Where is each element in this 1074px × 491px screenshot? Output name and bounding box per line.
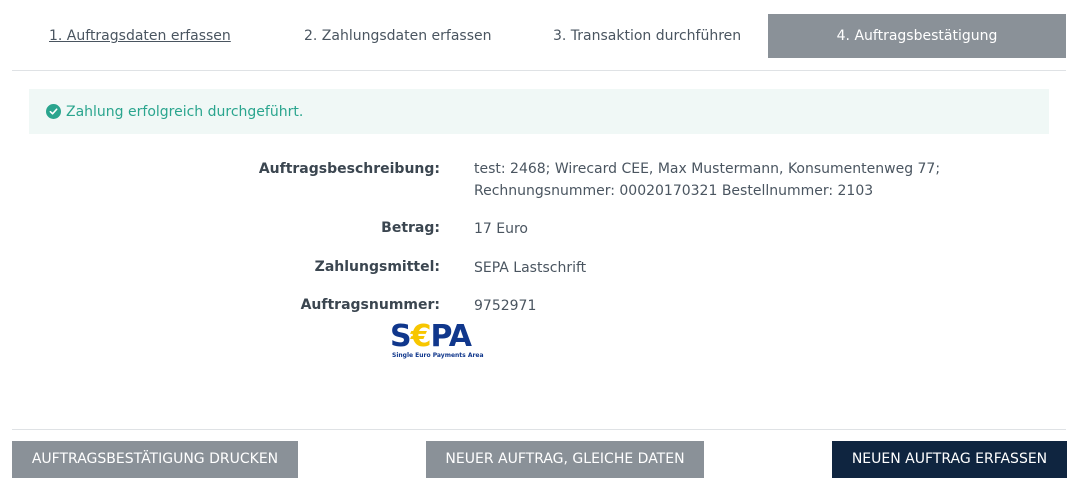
divider [12, 429, 1066, 430]
step-4-active: 4. Auftragsbestätigung [768, 14, 1066, 58]
check-circle-icon [46, 104, 61, 119]
sepa-logo: S€PA Single Euro Payments Area [390, 322, 488, 362]
payment-method-value: SEPA Lastschrift [474, 260, 587, 276]
print-confirmation-button[interactable]: AUFTRAGSBESTÄTIGUNG DRUCKEN [12, 441, 298, 478]
payment-method-label: Zahlungsmittel: [314, 259, 440, 275]
step-2-label: 2. Zahlungsdaten erfassen [304, 28, 492, 44]
description-value: test: 2468; Wirecard CEE, Max Mustermann… [474, 158, 954, 202]
new-order-same-data-button[interactable]: NEUER AUFTRAG, GLEICHE DATEN [426, 441, 704, 478]
sepa-logo-euro: € [410, 319, 432, 354]
sepa-logo-pa: PA [430, 319, 471, 354]
description-label: Auftragsbeschreibung: [258, 161, 440, 177]
description-line-1: test: 2468; Wirecard CEE, Max Mustermann… [474, 161, 941, 177]
step-navigation: 1. Auftragsdaten erfassen 2. Zahlungsdat… [12, 14, 1066, 58]
new-order-button[interactable]: NEUEN AUFTRAG ERFASSEN [832, 441, 1067, 478]
sepa-logo-s: S [390, 319, 412, 354]
step-1-link[interactable]: 1. Auftragsdaten erfassen [49, 14, 231, 58]
success-alert: Zahlung erfolgreich durchgeführt. [29, 89, 1049, 134]
order-number-label: Auftragsnummer: [300, 297, 440, 313]
divider [12, 70, 1066, 71]
order-number-value: 9752971 [474, 298, 537, 314]
success-message: Zahlung erfolgreich durchgeführt. [66, 103, 304, 120]
amount-label: Betrag: [381, 220, 440, 236]
amount-value: 17 Euro [474, 221, 528, 237]
description-line-2: Rechnungsnummer: 00020170321 Bestellnumm… [474, 183, 874, 199]
step-3-label: 3. Transaktion durchführen [553, 28, 742, 44]
sepa-logo-subtitle: Single Euro Payments Area [392, 352, 484, 359]
